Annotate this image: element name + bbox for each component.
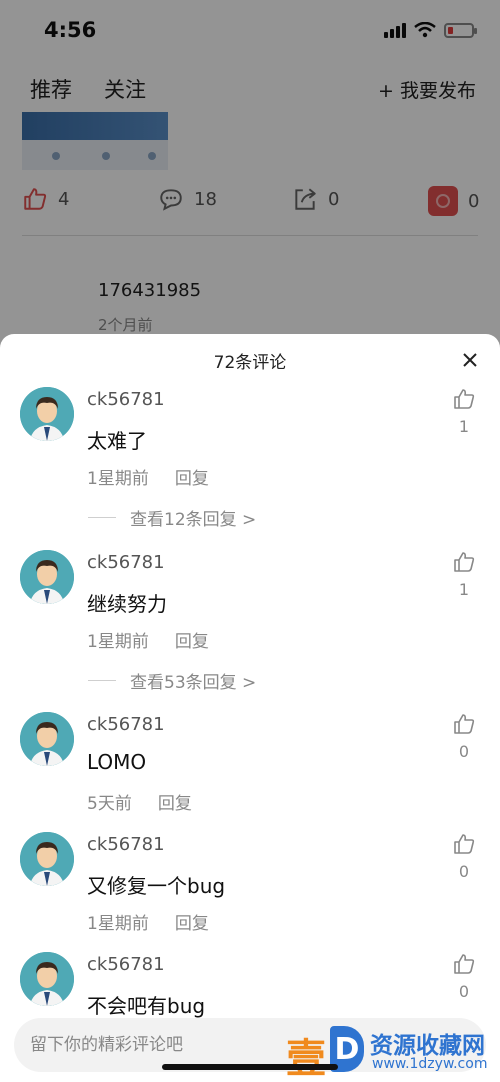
- comment-meta: 5天前 回复: [87, 789, 192, 814]
- reply-button[interactable]: 回复: [175, 627, 209, 652]
- view-replies-label: 查看12条回复 >: [130, 510, 257, 530]
- reply-button[interactable]: 回复: [175, 464, 209, 489]
- close-icon: [463, 353, 477, 367]
- watermark-logo: 壹 D 资源收藏网 www.1dzyw.com: [286, 1024, 498, 1082]
- comment-time: 1星期前: [87, 632, 149, 652]
- comment-time: 1星期前: [87, 914, 149, 934]
- thumbs-up-icon: [454, 552, 475, 572]
- comment-username[interactable]: ck56781: [87, 714, 165, 735]
- comment-like-button[interactable]: 0: [450, 832, 478, 881]
- comment-username[interactable]: ck56781: [87, 552, 165, 573]
- sheet-title: 72条评论: [213, 353, 287, 373]
- avatar[interactable]: [20, 952, 74, 1006]
- comment-text: 继续努力: [87, 592, 167, 616]
- comment-time: 5天前: [87, 794, 132, 814]
- avatar[interactable]: [20, 832, 74, 886]
- reply-button[interactable]: 回复: [158, 789, 192, 814]
- comment-like-button[interactable]: 1: [450, 550, 478, 599]
- home-indicator[interactable]: [162, 1064, 338, 1070]
- comment-like-button[interactable]: 0: [450, 712, 478, 761]
- thumbs-up-icon: [454, 714, 475, 734]
- avatar[interactable]: [20, 712, 74, 766]
- comment-time: 1星期前: [87, 469, 149, 489]
- comment-like-button[interactable]: 0: [450, 952, 478, 1001]
- avatar[interactable]: [20, 550, 74, 604]
- watermark-url: www.1dzyw.com: [372, 1056, 488, 1072]
- comment-text: 不会吧有bug: [87, 994, 206, 1018]
- avatar[interactable]: [20, 387, 74, 441]
- thumbs-up-icon: [454, 954, 475, 974]
- comment-like-count: 0: [458, 862, 470, 881]
- thumbs-up-icon: [454, 389, 475, 409]
- comments-sheet: 72条评论 ck56781 太难了 1星期前 回复 1 查看12条回复 > ck…: [0, 334, 500, 1082]
- watermark-name: 资源收藏网: [370, 1033, 485, 1059]
- divider-line: [88, 517, 116, 518]
- comment-username[interactable]: ck56781: [87, 389, 165, 410]
- comment-like-count: 0: [458, 742, 470, 761]
- comment-like-count: 1: [458, 417, 470, 436]
- comment-like-button[interactable]: 1: [450, 387, 478, 436]
- comment-like-count: 0: [458, 982, 470, 1001]
- watermark-logo-char: 壹: [286, 1035, 326, 1082]
- comment-username[interactable]: ck56781: [87, 954, 165, 975]
- comment-text: 又修复一个bug: [87, 874, 226, 898]
- comment-meta: 1星期前 回复: [87, 909, 209, 934]
- sheet-header: 72条评论: [0, 334, 500, 386]
- view-replies-link[interactable]: 查看12条回复 >: [88, 505, 256, 530]
- view-replies-link[interactable]: 查看53条回复 >: [88, 668, 256, 693]
- thumbs-up-icon: [454, 834, 475, 854]
- comment-meta: 1星期前 回复: [87, 464, 209, 489]
- reply-button[interactable]: 回复: [175, 909, 209, 934]
- close-button[interactable]: [458, 348, 482, 372]
- comment-username[interactable]: ck56781: [87, 834, 165, 855]
- divider-line: [88, 680, 116, 681]
- comment-text: 太难了: [87, 429, 147, 453]
- comment-meta: 1星期前 回复: [87, 627, 209, 652]
- comment-like-count: 1: [458, 580, 470, 599]
- view-replies-label: 查看53条回复 >: [130, 673, 257, 693]
- comment-text: LOMO: [87, 750, 147, 774]
